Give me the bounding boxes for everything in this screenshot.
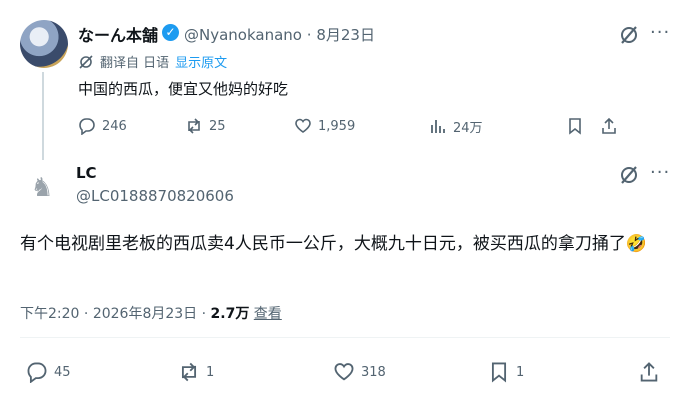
share-icon: [640, 362, 658, 382]
more-icon[interactable]: ···: [650, 162, 670, 183]
author-handle-date[interactable]: @Nyanokanano · 8月23日: [184, 24, 375, 45]
author-handle[interactable]: @LC0188870820606: [76, 187, 234, 205]
tweet-text: 有个电视剧里老板的西瓜卖4人民币一公斤，大概九十日元，被买西瓜的拿刀捅了🤣: [20, 234, 647, 254]
tweet-date[interactable]: 2026年8月23日: [93, 306, 197, 322]
retweet-count: 25: [209, 118, 226, 134]
reply-count: 45: [54, 364, 71, 380]
tweet-text: 中国的西瓜，便宜又他妈的好吃: [78, 80, 289, 98]
retweet-button[interactable]: 1: [178, 361, 333, 383]
heart-icon: [295, 118, 311, 133]
separator-dot: ·: [201, 306, 211, 322]
bookmark-button[interactable]: [566, 117, 600, 135]
share-button[interactable]: [600, 117, 620, 135]
views-count: 24万: [453, 120, 483, 136]
separator-dot: ·: [306, 26, 317, 44]
reply-icon: [79, 118, 95, 135]
tweet-time[interactable]: 下午2:20: [20, 306, 79, 322]
grok-icon: [79, 54, 93, 69]
reply-icon: [27, 362, 47, 383]
separator-dot: ·: [83, 306, 93, 322]
divider: [20, 337, 670, 338]
views-button[interactable]: 24万: [429, 117, 566, 136]
like-button[interactable]: 1,959: [294, 117, 429, 135]
reply-button[interactable]: 246: [78, 117, 185, 135]
bookmark-count: 1: [516, 364, 525, 380]
views-icon: [431, 120, 445, 133]
bookmark-icon: [491, 362, 507, 383]
views-label[interactable]: 查看: [254, 306, 282, 322]
reply-count: 246: [102, 118, 127, 134]
tweet1-actions: 246 25 1,959 24万: [78, 116, 670, 136]
bookmark-icon: [569, 118, 581, 135]
tweet2-actions: 45 1 318 1: [26, 361, 666, 383]
retweet-count: 1: [206, 364, 215, 380]
like-count: 1,959: [318, 118, 356, 134]
views-count: 2.7万: [210, 306, 250, 322]
grok-icon[interactable]: [618, 24, 640, 50]
share-button[interactable]: [638, 361, 660, 383]
thread-line: [42, 72, 44, 160]
heart-icon: [334, 363, 354, 381]
author-handle[interactable]: @Nyanokanano: [184, 26, 302, 44]
reply-button[interactable]: 45: [26, 361, 178, 383]
translation-notice: 翻译自 日语 显示原文: [78, 52, 227, 71]
grok-icon[interactable]: [618, 164, 640, 190]
verified-badge-icon: ✓: [162, 24, 179, 41]
retweet-icon: [188, 118, 200, 134]
author-name[interactable]: LC: [76, 164, 97, 182]
show-original-link[interactable]: 显示原文: [175, 52, 227, 71]
avatar[interactable]: ♞: [22, 168, 62, 208]
translate-label: 翻译自 日语: [100, 56, 170, 71]
author-name[interactable]: なーん本舗: [78, 22, 158, 46]
retweet-button[interactable]: 25: [185, 117, 294, 135]
share-icon: [602, 117, 616, 134]
more-icon[interactable]: ···: [650, 22, 670, 43]
tweet-meta: 下午2:20 · 2026年8月23日 · 2.7万 查看: [20, 303, 282, 323]
tweet-date[interactable]: 8月23日: [316, 26, 375, 44]
bookmark-button[interactable]: 1: [488, 361, 638, 383]
like-button[interactable]: 318: [333, 361, 488, 383]
retweet-icon: [181, 362, 197, 382]
avatar[interactable]: [20, 20, 68, 68]
like-count: 318: [361, 364, 386, 380]
